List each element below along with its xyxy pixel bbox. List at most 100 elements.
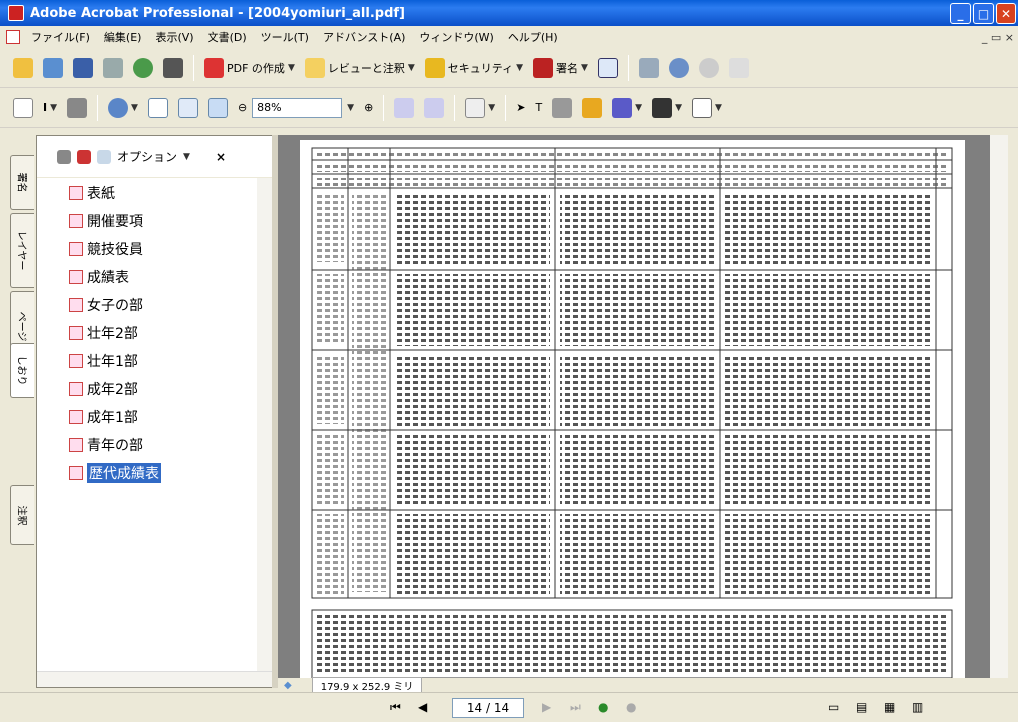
spell-button[interactable] bbox=[634, 53, 664, 83]
pen-icon bbox=[533, 57, 554, 78]
menu-advanced[interactable]: アドバンスト(A) bbox=[316, 29, 412, 45]
minimize-button[interactable]: _ bbox=[950, 3, 971, 24]
bookmark-icon bbox=[69, 186, 83, 200]
tab-bookmarks[interactable]: しおり bbox=[10, 343, 34, 398]
bookmark-icon bbox=[69, 382, 83, 396]
lock-icon bbox=[424, 57, 445, 78]
zoom-tool-button[interactable]: ▼ bbox=[103, 93, 143, 123]
menu-view[interactable]: 表示(V) bbox=[148, 29, 200, 45]
page-number-input[interactable]: 14 / 14 bbox=[452, 697, 524, 718]
undo-button[interactable] bbox=[664, 53, 694, 83]
text-field-button[interactable]: ▼ bbox=[687, 93, 727, 123]
diamond-icon[interactable]: ◆ bbox=[284, 680, 292, 691]
continuous-view-button[interactable]: ▤ bbox=[856, 700, 872, 716]
menu-help[interactable]: ヘルプ(H) bbox=[501, 29, 565, 45]
facing-view-button[interactable]: ▦ bbox=[884, 700, 900, 716]
email-button[interactable] bbox=[128, 53, 158, 83]
trash-icon[interactable] bbox=[57, 149, 71, 164]
menu-file[interactable]: ファイル(F) bbox=[24, 29, 97, 45]
last-page-button[interactable]: ⏭ bbox=[570, 700, 586, 716]
redo-button[interactable] bbox=[694, 53, 724, 83]
create-pdf-button[interactable]: PDF の作成 ▼ bbox=[199, 53, 300, 83]
page-layout-button[interactable]: ▼ bbox=[460, 93, 500, 123]
fit-width-button[interactable] bbox=[203, 93, 233, 123]
zoom-dropdown[interactable]: ▼ bbox=[342, 93, 359, 123]
close-button[interactable]: ✕ bbox=[996, 3, 1016, 24]
previous-page-button[interactable]: ◀ bbox=[418, 700, 434, 716]
bookmark-item[interactable]: 青年の部 bbox=[69, 434, 143, 456]
select-tool-button[interactable] bbox=[593, 53, 623, 83]
text-select-button[interactable]: I ▼ bbox=[38, 93, 62, 123]
hand-tool-button[interactable] bbox=[8, 93, 38, 123]
close-panel-button[interactable]: × bbox=[216, 150, 226, 164]
continuous-facing-button[interactable]: ▥ bbox=[912, 700, 928, 716]
document-vertical-scrollbar[interactable] bbox=[990, 135, 1008, 678]
fit-page-button[interactable] bbox=[173, 93, 203, 123]
touchup-text-button[interactable]: T bbox=[530, 93, 547, 123]
save-icon bbox=[73, 57, 93, 78]
bookmark-item-selected[interactable]: 歴代成績表 bbox=[69, 462, 161, 484]
menu-edit[interactable]: 編集(E) bbox=[97, 29, 149, 45]
rotate-cw-button[interactable] bbox=[419, 93, 449, 123]
crop-button[interactable] bbox=[547, 93, 577, 123]
rotate-ccw-button[interactable] bbox=[389, 93, 419, 123]
single-page-view-button[interactable]: ▭ bbox=[828, 700, 844, 716]
undo-icon bbox=[668, 57, 689, 78]
panel-horizontal-scrollbar[interactable] bbox=[37, 671, 273, 687]
bookmark-item[interactable]: 壮年2部 bbox=[69, 322, 138, 344]
first-page-button[interactable]: ⏮ bbox=[390, 700, 406, 716]
bookmark-item[interactable]: 成績表 bbox=[69, 266, 129, 288]
open-button[interactable] bbox=[8, 53, 38, 83]
select-object-button[interactable]: ➤ bbox=[511, 93, 530, 123]
bookmark-item[interactable]: 壮年1部 bbox=[69, 350, 138, 372]
document-icon[interactable] bbox=[6, 30, 20, 44]
save-button[interactable] bbox=[68, 53, 98, 83]
print-icon bbox=[103, 57, 123, 78]
bookmark-item[interactable]: 表紙 bbox=[69, 182, 115, 204]
security-label: セキュリティ bbox=[447, 61, 514, 75]
sign-button[interactable]: 署名 ▼ bbox=[528, 53, 593, 83]
zoom-input[interactable]: 88% bbox=[252, 97, 343, 118]
expand-icon[interactable] bbox=[97, 149, 111, 164]
print-button[interactable] bbox=[98, 53, 128, 83]
go-back-icon[interactable]: ● bbox=[598, 700, 614, 716]
status-row: ◆ 179.9 x 252.9 ミリ bbox=[278, 676, 1008, 694]
tab-comments[interactable]: 注釈 bbox=[10, 485, 34, 545]
mdi-controls[interactable]: _ ▭ × bbox=[982, 31, 1014, 44]
new-bookmark-icon[interactable] bbox=[77, 149, 91, 164]
snapshot-button[interactable] bbox=[62, 93, 92, 123]
panel-header: オプション ▼ × bbox=[37, 136, 273, 178]
next-page-button[interactable]: ▶ bbox=[542, 700, 558, 716]
actual-size-button[interactable] bbox=[143, 93, 173, 123]
zoom-in-button[interactable]: ⊕ bbox=[359, 93, 378, 123]
organizer-button[interactable] bbox=[38, 53, 68, 83]
zoom-out-button[interactable]: ⊖ bbox=[233, 93, 252, 123]
copy-button[interactable] bbox=[724, 53, 754, 83]
search-button[interactable] bbox=[158, 53, 188, 83]
tab-layers[interactable]: レイヤー bbox=[10, 213, 34, 288]
menu-document[interactable]: 文書(D) bbox=[201, 29, 254, 45]
bookmark-icon bbox=[69, 354, 83, 368]
options-menu[interactable]: オプション bbox=[117, 148, 177, 165]
camera-icon bbox=[67, 97, 88, 118]
bookmark-icon bbox=[69, 326, 83, 340]
title-bar: Adobe Acrobat Professional - [2004yomiur… bbox=[0, 0, 1018, 26]
menu-tools[interactable]: ツール(T) bbox=[254, 29, 316, 45]
panel-vertical-scrollbar[interactable] bbox=[257, 178, 273, 673]
bookmark-item[interactable]: 成年1部 bbox=[69, 406, 138, 428]
document-view[interactable] bbox=[278, 135, 1008, 678]
attach-button[interactable] bbox=[577, 93, 607, 123]
tab-signatures[interactable]: 署名 bbox=[10, 155, 34, 210]
form-tool-button[interactable]: ▼ bbox=[647, 93, 687, 123]
bookmark-item[interactable]: 成年2部 bbox=[69, 378, 138, 400]
security-button[interactable]: セキュリティ ▼ bbox=[420, 53, 528, 83]
menu-window[interactable]: ウィンドウ(W) bbox=[412, 29, 500, 45]
go-forward-icon[interactable]: ● bbox=[626, 700, 642, 716]
bookmark-item[interactable]: 競技役員 bbox=[69, 238, 143, 260]
bookmark-item[interactable]: 開催要項 bbox=[69, 210, 143, 232]
rectangle-button[interactable]: ▼ bbox=[607, 93, 647, 123]
bookmark-item[interactable]: 女子の部 bbox=[69, 294, 143, 316]
results-table-page bbox=[311, 147, 953, 678]
maximize-button[interactable]: □ bbox=[973, 3, 994, 24]
review-button[interactable]: レビューと注釈 ▼ bbox=[300, 53, 420, 83]
